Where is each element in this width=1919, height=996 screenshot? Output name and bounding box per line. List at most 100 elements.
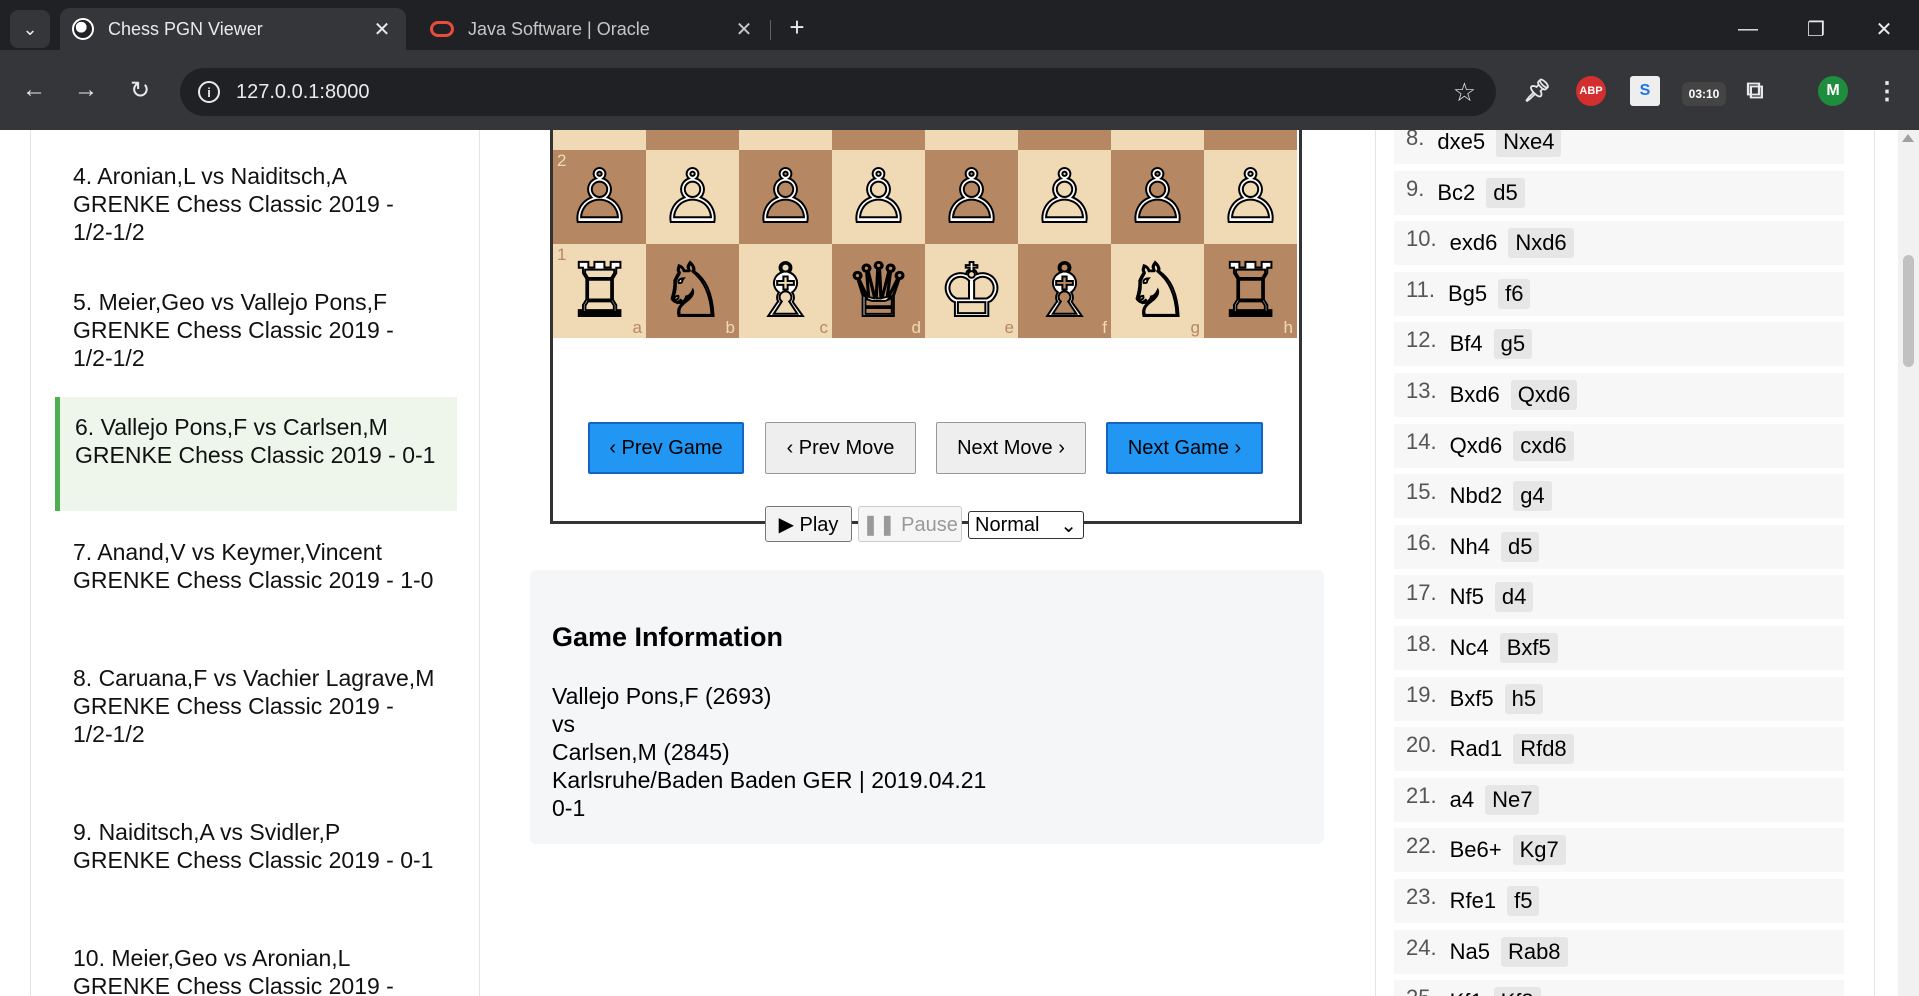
white-move[interactable]: exd6 bbox=[1443, 228, 1505, 258]
bookmark-star-icon[interactable]: ☆ bbox=[1453, 77, 1476, 108]
black-move[interactable]: d4 bbox=[1494, 582, 1534, 612]
chess-piece-icon[interactable]: ♙ bbox=[937, 159, 1005, 235]
white-move[interactable]: Qxd6 bbox=[1443, 431, 1510, 461]
white-move[interactable]: Bc2 bbox=[1430, 178, 1482, 208]
prev-game-button[interactable]: ‹ Prev Game bbox=[588, 422, 744, 474]
black-move[interactable]: h5 bbox=[1504, 684, 1544, 714]
game-list-item[interactable]: 7. Anand,V vs Keymer,Vincent GRENKE Ches… bbox=[55, 530, 457, 602]
square-e1[interactable]: ♔ e bbox=[925, 244, 1018, 338]
extensions-puzzle-icon[interactable]: ⧉ bbox=[1740, 76, 1770, 106]
adblock-plus-icon[interactable]: ABP bbox=[1576, 76, 1606, 106]
white-move[interactable]: Nbd2 bbox=[1443, 481, 1510, 511]
browser-menu-icon[interactable]: ⋮ bbox=[1872, 76, 1902, 106]
address-bar[interactable]: i 127.0.0.1:8000 ☆ bbox=[180, 68, 1496, 116]
black-move[interactable]: Kg7 bbox=[1512, 835, 1566, 865]
square-a1[interactable]: ♖ 1 a bbox=[553, 244, 646, 338]
square-f2[interactable]: ♙ bbox=[1018, 150, 1111, 244]
chess-piece-icon[interactable]: ♙ bbox=[565, 159, 633, 235]
scrollbar-thumb[interactable] bbox=[1903, 255, 1914, 367]
square-f1[interactable]: ♗ f bbox=[1018, 244, 1111, 338]
chess-piece-icon[interactable]: ♙ bbox=[844, 159, 912, 235]
black-move[interactable]: Bxf5 bbox=[1499, 633, 1558, 663]
chess-piece-icon[interactable]: ♘ bbox=[658, 253, 726, 329]
square-c2[interactable]: ♙ bbox=[739, 150, 832, 244]
reload-button[interactable]: ↻ bbox=[122, 72, 158, 108]
square-a2[interactable]: ♙ 2 bbox=[553, 150, 646, 244]
black-move[interactable]: f6 bbox=[1498, 279, 1531, 309]
restore-button[interactable]: ❐ bbox=[1796, 10, 1836, 48]
chess-piece-icon[interactable]: ♙ bbox=[1123, 159, 1191, 235]
square-b1[interactable]: ♘ b bbox=[646, 244, 739, 338]
black-move[interactable]: Nxe4 bbox=[1496, 130, 1562, 157]
game-list-item[interactable]: 4. Aronian,L vs Naiditsch,A GRENKE Chess… bbox=[55, 154, 457, 254]
white-move[interactable]: Be6+ bbox=[1443, 835, 1509, 865]
white-move[interactable]: Nc4 bbox=[1443, 633, 1496, 663]
next-move-button[interactable]: Next Move › bbox=[936, 422, 1086, 474]
timer-extension-icon[interactable]: 03:10 bbox=[1682, 82, 1726, 106]
game-list-item[interactable]: 9. Naiditsch,A vs Svidler,P GRENKE Chess… bbox=[55, 810, 457, 882]
white-move[interactable]: Rfe1 bbox=[1443, 886, 1503, 916]
black-move[interactable]: Qxd6 bbox=[1510, 380, 1578, 410]
square-b3[interactable] bbox=[646, 130, 739, 150]
square-d3[interactable] bbox=[832, 130, 925, 150]
white-move[interactable]: Rad1 bbox=[1443, 734, 1510, 764]
square-b2[interactable]: ♙ bbox=[646, 150, 739, 244]
tab-java-oracle[interactable]: Java Software | Oracle ✕ bbox=[418, 8, 768, 50]
new-tab-button[interactable]: + bbox=[782, 12, 812, 42]
square-c3[interactable] bbox=[739, 130, 832, 150]
game-list-item[interactable]: 5. Meier,Geo vs Vallejo Pons,F GRENKE Ch… bbox=[55, 280, 457, 380]
forward-button[interactable]: → bbox=[68, 72, 104, 108]
white-move[interactable]: Bg5 bbox=[1441, 279, 1494, 309]
close-tab-icon[interactable]: ✕ bbox=[368, 15, 396, 43]
chess-piece-icon[interactable]: ♙ bbox=[1030, 159, 1098, 235]
white-move[interactable]: dxe5 bbox=[1430, 130, 1492, 157]
game-list-item-selected[interactable]: 6. Vallejo Pons,F vs Carlsen,M GRENKE Ch… bbox=[55, 397, 457, 511]
square-e2[interactable]: ♙ bbox=[925, 150, 1018, 244]
chess-piece-icon[interactable]: ♘ bbox=[1123, 253, 1191, 329]
url-text[interactable]: 127.0.0.1:8000 bbox=[236, 81, 1453, 104]
script-extension-icon[interactable]: S bbox=[1630, 76, 1660, 106]
white-move[interactable]: Bf4 bbox=[1443, 329, 1490, 359]
square-h3[interactable] bbox=[1204, 130, 1297, 150]
white-move[interactable]: Na5 bbox=[1443, 937, 1497, 967]
close-tab-icon[interactable]: ✕ bbox=[730, 15, 758, 43]
black-move[interactable]: f5 bbox=[1507, 886, 1540, 916]
black-move[interactable]: Nxd6 bbox=[1508, 228, 1574, 258]
black-move[interactable]: Rfd8 bbox=[1513, 734, 1574, 764]
black-move[interactable]: g4 bbox=[1513, 481, 1552, 511]
square-h2[interactable]: ♙ bbox=[1204, 150, 1297, 244]
square-g3[interactable] bbox=[1111, 130, 1204, 150]
white-move[interactable]: Nf5 bbox=[1443, 582, 1491, 612]
pin-extension-icon[interactable]: 📌︎ bbox=[1522, 76, 1552, 106]
tab-chess-pgn-viewer[interactable]: Chess PGN Viewer ✕ bbox=[60, 8, 406, 50]
black-move[interactable]: Ne7 bbox=[1485, 785, 1540, 815]
square-g1[interactable]: ♘ g bbox=[1111, 244, 1204, 338]
prev-move-button[interactable]: ‹ Prev Move bbox=[765, 422, 916, 474]
square-d1[interactable]: ♕ d bbox=[832, 244, 925, 338]
pause-button[interactable]: ❚❚ Pause bbox=[858, 506, 962, 542]
chess-piece-icon[interactable]: ♗ bbox=[1030, 253, 1098, 329]
profile-avatar[interactable]: M bbox=[1818, 76, 1848, 106]
white-move[interactable]: Kf1 bbox=[1443, 987, 1490, 996]
game-list-item[interactable]: 10. Meier,Geo vs Aronian,L GRENKE Chess … bbox=[55, 936, 457, 996]
tab-search-button[interactable]: ⌄ bbox=[10, 10, 50, 48]
chess-piece-icon[interactable]: ♖ bbox=[1216, 253, 1284, 329]
square-a3[interactable]: 3 bbox=[553, 130, 646, 150]
black-move[interactable]: d5 bbox=[1486, 178, 1525, 208]
next-game-button[interactable]: Next Game › bbox=[1106, 422, 1263, 474]
chess-piece-icon[interactable]: ♔ bbox=[937, 253, 1005, 329]
black-move[interactable]: d5 bbox=[1500, 532, 1540, 562]
square-h1[interactable]: ♖ h bbox=[1204, 244, 1297, 338]
black-move[interactable]: g5 bbox=[1493, 329, 1533, 359]
speed-select[interactable]: Normal ⌄ bbox=[968, 511, 1084, 539]
scroll-up-arrow-icon[interactable] bbox=[1902, 134, 1914, 142]
site-info-icon[interactable]: i bbox=[198, 81, 220, 103]
chess-piece-icon[interactable]: ♙ bbox=[1216, 159, 1284, 235]
white-move[interactable]: a4 bbox=[1443, 785, 1481, 815]
chess-piece-icon[interactable]: ♗ bbox=[751, 253, 819, 329]
square-c1[interactable]: ♗ c bbox=[739, 244, 832, 338]
white-move[interactable]: Nh4 bbox=[1443, 532, 1497, 562]
white-move[interactable]: Bxd6 bbox=[1443, 380, 1507, 410]
white-move[interactable]: Bxf5 bbox=[1443, 684, 1501, 714]
minimize-button[interactable]: — bbox=[1728, 10, 1768, 48]
